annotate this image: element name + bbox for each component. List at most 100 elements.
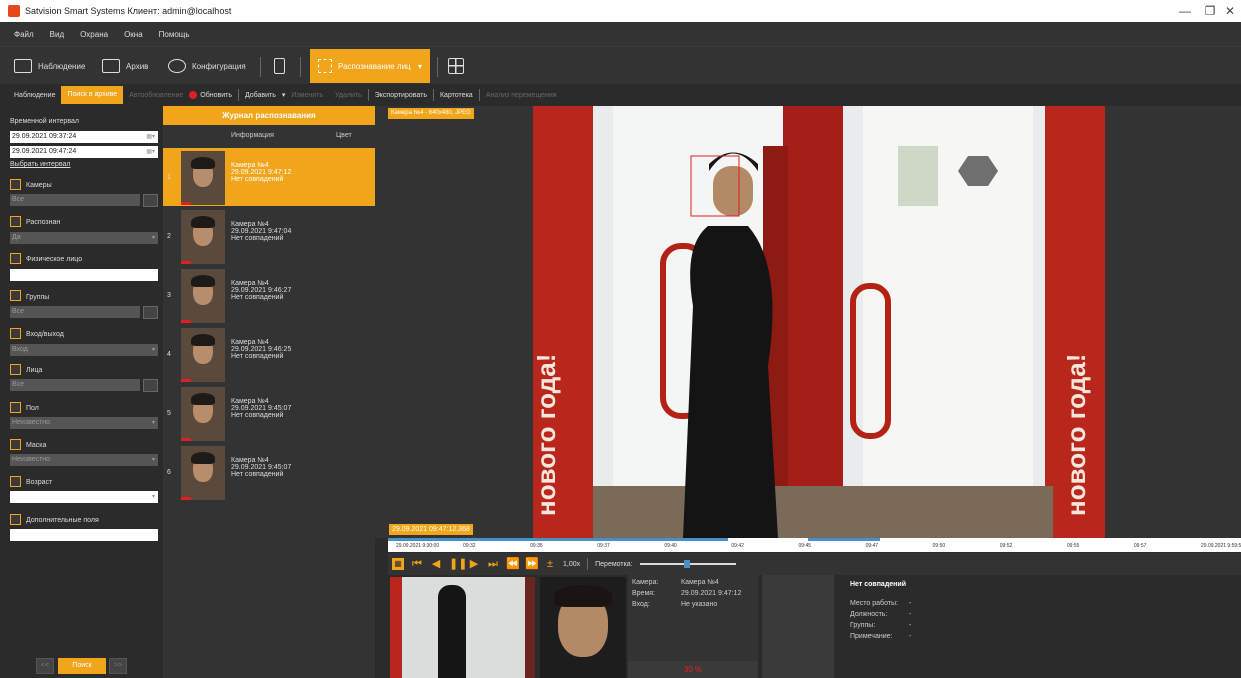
movement-analysis-button[interactable]: Анализ перемещения	[480, 92, 563, 99]
color-bar	[181, 320, 191, 323]
step-back-icon[interactable]: ◀	[430, 558, 442, 570]
menu-file[interactable]: Файл	[14, 30, 34, 39]
match-percent: 30 %	[628, 661, 758, 678]
journal-row[interactable]: 2 Камера №4 29.09.2021 9:47:04 Нет совпаден…	[163, 207, 375, 265]
layout-button[interactable]	[448, 53, 464, 79]
skip-end-icon[interactable]: ⏭	[487, 558, 499, 570]
camera-frame-image: нового года! нового года!	[533, 106, 1105, 538]
faces-browse-button[interactable]	[143, 379, 158, 392]
age-checkbox[interactable]	[10, 476, 21, 487]
edit-button[interactable]: Изменить	[285, 92, 329, 99]
age-select[interactable]: ▾	[10, 491, 158, 503]
rewind-icon[interactable]: ⏪	[506, 558, 520, 570]
configuration-button[interactable]: Конфигурация	[168, 53, 246, 79]
row-number: 1	[167, 174, 171, 181]
face-recognition-button[interactable]: Распознавание лиц ▾	[310, 49, 430, 83]
chevron-down-icon: ▾	[151, 494, 155, 500]
cardfile-button[interactable]: Картотека	[434, 92, 479, 99]
journal-row[interactable]: 1 Камера №4 29.09.2021 9:47:12 Нет совпаден…	[163, 148, 375, 206]
gender-checkbox[interactable]	[10, 402, 21, 413]
device-button[interactable]	[274, 53, 285, 79]
mask-select[interactable]: Неизвестно ▾	[10, 454, 158, 466]
search-button[interactable]: Поиск	[58, 658, 106, 674]
speed-icon[interactable]: ±	[544, 558, 556, 570]
timeline[interactable]: 29.09.2021 9:30:00 09:32 09:35 09:37 09:40 09…	[388, 538, 1241, 552]
row-number: 3	[167, 292, 171, 299]
auto-refresh-button[interactable]: Автообновление	[123, 92, 189, 99]
snapshot-hair	[554, 585, 612, 607]
row-info: Камера №4 29.09.2021 9:46:27 Нет совпадени…	[231, 280, 291, 301]
slider-handle[interactable]	[683, 560, 690, 568]
thumb-hair	[191, 216, 215, 228]
journal-row[interactable]: 3 Камера №4 29.09.2021 9:46:27 Нет совпаден…	[163, 266, 375, 324]
refresh-button[interactable]: Обновить	[199, 92, 238, 99]
sign-text-left: нового года!	[533, 354, 561, 516]
export-button[interactable]: Экспортировать	[369, 92, 433, 99]
recognized-select[interactable]: Да ▾	[10, 232, 158, 244]
menu-windows[interactable]: Окна	[124, 30, 143, 39]
menu-view[interactable]: Вид	[50, 30, 64, 39]
tab-archive-search[interactable]: Поиск в архиве	[61, 86, 124, 104]
select-interval-link[interactable]: Выбрать интервал	[10, 161, 70, 168]
column-info: Информация	[231, 132, 274, 139]
gender-select[interactable]: Неизвестно ▾	[10, 417, 158, 429]
gear-icon	[168, 59, 186, 73]
cameras-browse-button[interactable]	[143, 194, 158, 207]
extra-fields-checkbox[interactable]	[10, 514, 21, 525]
next-page-button[interactable]: >>	[109, 658, 127, 674]
extra-fields-field[interactable]	[10, 529, 158, 541]
groups-browse-button[interactable]	[143, 306, 158, 319]
groups-field[interactable]: Все	[10, 306, 140, 318]
entry-exit-label: Вход/выход	[26, 331, 64, 338]
pause-icon[interactable]: ❚❚	[449, 558, 467, 570]
time-to-field[interactable]: 29.09.2021 09:47:24 ▦▾	[10, 146, 158, 158]
add-button[interactable]: Добавить	[239, 92, 282, 99]
time-from-value: 29.09.2021 09:37:24	[12, 133, 77, 140]
entry-exit-checkbox[interactable]	[10, 328, 21, 339]
entry-exit-select[interactable]: Вход ▾	[10, 344, 158, 356]
calendar-icon[interactable]: ▦	[392, 558, 404, 570]
rewind-slider[interactable]	[639, 559, 736, 569]
chevron-down-icon: ▾	[151, 235, 155, 241]
journal-row[interactable]: 6 Камера №4 29.09.2021 9:45:07 Нет совпаден…	[163, 443, 375, 501]
row-info: Камера №4 29.09.2021 9:45:07 Нет совпадени…	[231, 398, 291, 419]
physical-face-label: Физическое лицо	[26, 256, 83, 263]
monitoring-button[interactable]: Наблюдение	[14, 53, 85, 79]
extra-fields-label: Дополнительные поля	[26, 517, 99, 524]
tab-monitoring[interactable]: Наблюдение	[8, 92, 61, 99]
cameras-label: Камеры	[26, 182, 52, 189]
calendar-icon[interactable]: ▦▾	[146, 146, 155, 158]
calendar-icon[interactable]: ▦▾	[146, 131, 155, 143]
prev-page-button[interactable]: <<	[36, 658, 54, 674]
video-frame[interactable]: нового года! нового года!	[533, 106, 1105, 538]
recognized-checkbox[interactable]	[10, 216, 21, 227]
skip-start-icon[interactable]: ⏮	[411, 558, 423, 570]
cameras-checkbox[interactable]	[10, 179, 21, 190]
faces-field[interactable]: Все	[10, 379, 140, 391]
playback-controls: ▦ ⏮ ◀ ❚❚ ▶ ⏭ ⏪ ⏩ ± 1,00x Перемотка:	[388, 553, 1241, 575]
play-icon[interactable]: ▶	[468, 558, 480, 570]
delete-button[interactable]: Удалить	[329, 92, 368, 99]
time-from-field[interactable]: 29.09.2021 09:37:24 ▦▾	[10, 131, 158, 143]
time-to-value: 29.09.2021 09:47:24	[12, 148, 77, 155]
timeline-tick: 09:42	[731, 543, 744, 549]
groups-checkbox[interactable]	[10, 290, 21, 301]
menu-security[interactable]: Охрана	[80, 30, 108, 39]
recognition-journal: Журнал распознавания Информация Цвет 1 Ка…	[163, 106, 375, 678]
row-number: 5	[167, 410, 171, 417]
promo-sign-left: нового года!	[533, 354, 561, 516]
row-status: Нет совпадений	[231, 353, 284, 360]
camera-label: Камера №4 - 640x480, JPEG	[388, 108, 474, 119]
journal-row[interactable]: 4 Камера №4 29.09.2021 9:46:25 Нет совпаден…	[163, 325, 375, 383]
close-button[interactable]: ✕	[1215, 0, 1241, 22]
row-time: 29.09.2021 9:45:07	[231, 464, 292, 471]
menu-help[interactable]: Помощь	[159, 30, 190, 39]
fast-forward-icon[interactable]: ⏩	[525, 558, 539, 570]
mask-checkbox[interactable]	[10, 439, 21, 450]
journal-row[interactable]: 5 Камера №4 29.09.2021 9:45:07 Нет совпаден…	[163, 384, 375, 442]
physical-face-checkbox[interactable]	[10, 253, 21, 264]
cameras-field[interactable]: Все	[10, 194, 140, 206]
archive-button[interactable]: Архив	[102, 53, 148, 79]
faces-checkbox[interactable]	[10, 364, 21, 375]
physical-face-field[interactable]	[10, 269, 158, 281]
